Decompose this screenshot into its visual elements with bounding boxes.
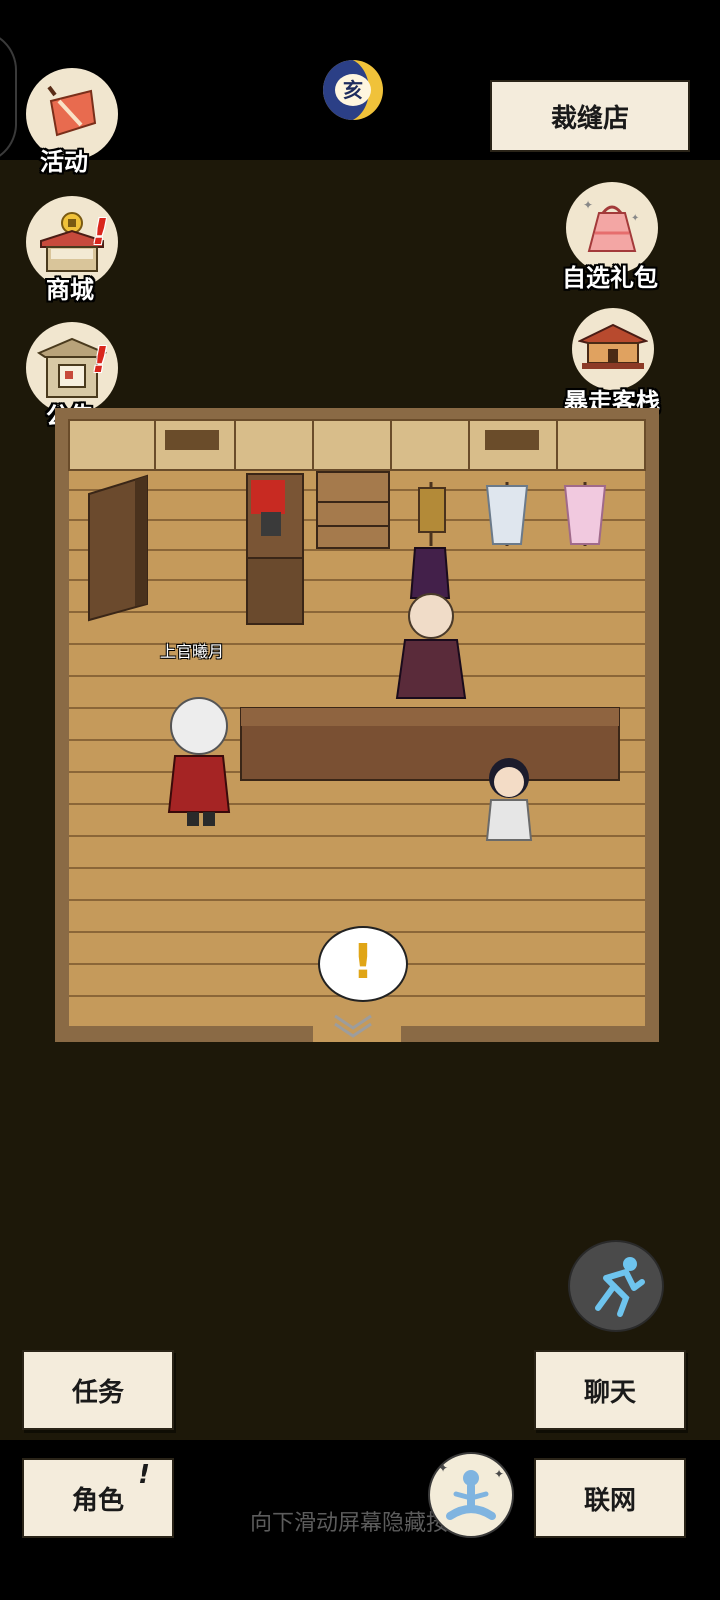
npc-name-label: 上官曦月 [160, 642, 225, 661]
speech-bubble[interactable]: ! [318, 926, 408, 1002]
time-badge[interactable]: 亥 [323, 60, 383, 120]
exclamation-icon: ! [352, 934, 374, 990]
location-name: 裁缝店 [550, 103, 629, 134]
activity-label: 活动 [40, 148, 88, 176]
inn-icon [572, 308, 654, 390]
auto-run-button[interactable] [568, 1240, 664, 1332]
character-alert-icon: ! [138, 1460, 150, 1490]
chat-button[interactable]: 聊天 [534, 1350, 686, 1430]
meditate-button[interactable]: ✦ ✦ [428, 1452, 514, 1538]
svg-text:✦: ✦ [583, 198, 593, 212]
swipe-hint-text: 向下滑动屏幕隐藏按钮 [249, 1511, 470, 1536]
notice-alert-icon: ! [92, 340, 109, 381]
tasks-button[interactable]: 任务 [22, 1350, 174, 1430]
meditation-icon: ✦ ✦ [438, 1461, 504, 1520]
tasks-label: 任务 [71, 1377, 124, 1408]
svg-text:✦: ✦ [438, 1461, 448, 1475]
shop-label: 商城 [46, 276, 94, 304]
chat-label: 聊天 [583, 1377, 636, 1408]
svg-text:✦: ✦ [494, 1467, 504, 1481]
location-title: 裁缝店 [490, 80, 690, 152]
time-glyph: 亥 [335, 74, 371, 106]
gift-pack-label: 自选礼包 [562, 264, 658, 292]
svg-text:✦: ✦ [631, 213, 639, 224]
shop-alert-icon: ! [92, 212, 109, 253]
runner-icon [595, 1257, 645, 1317]
